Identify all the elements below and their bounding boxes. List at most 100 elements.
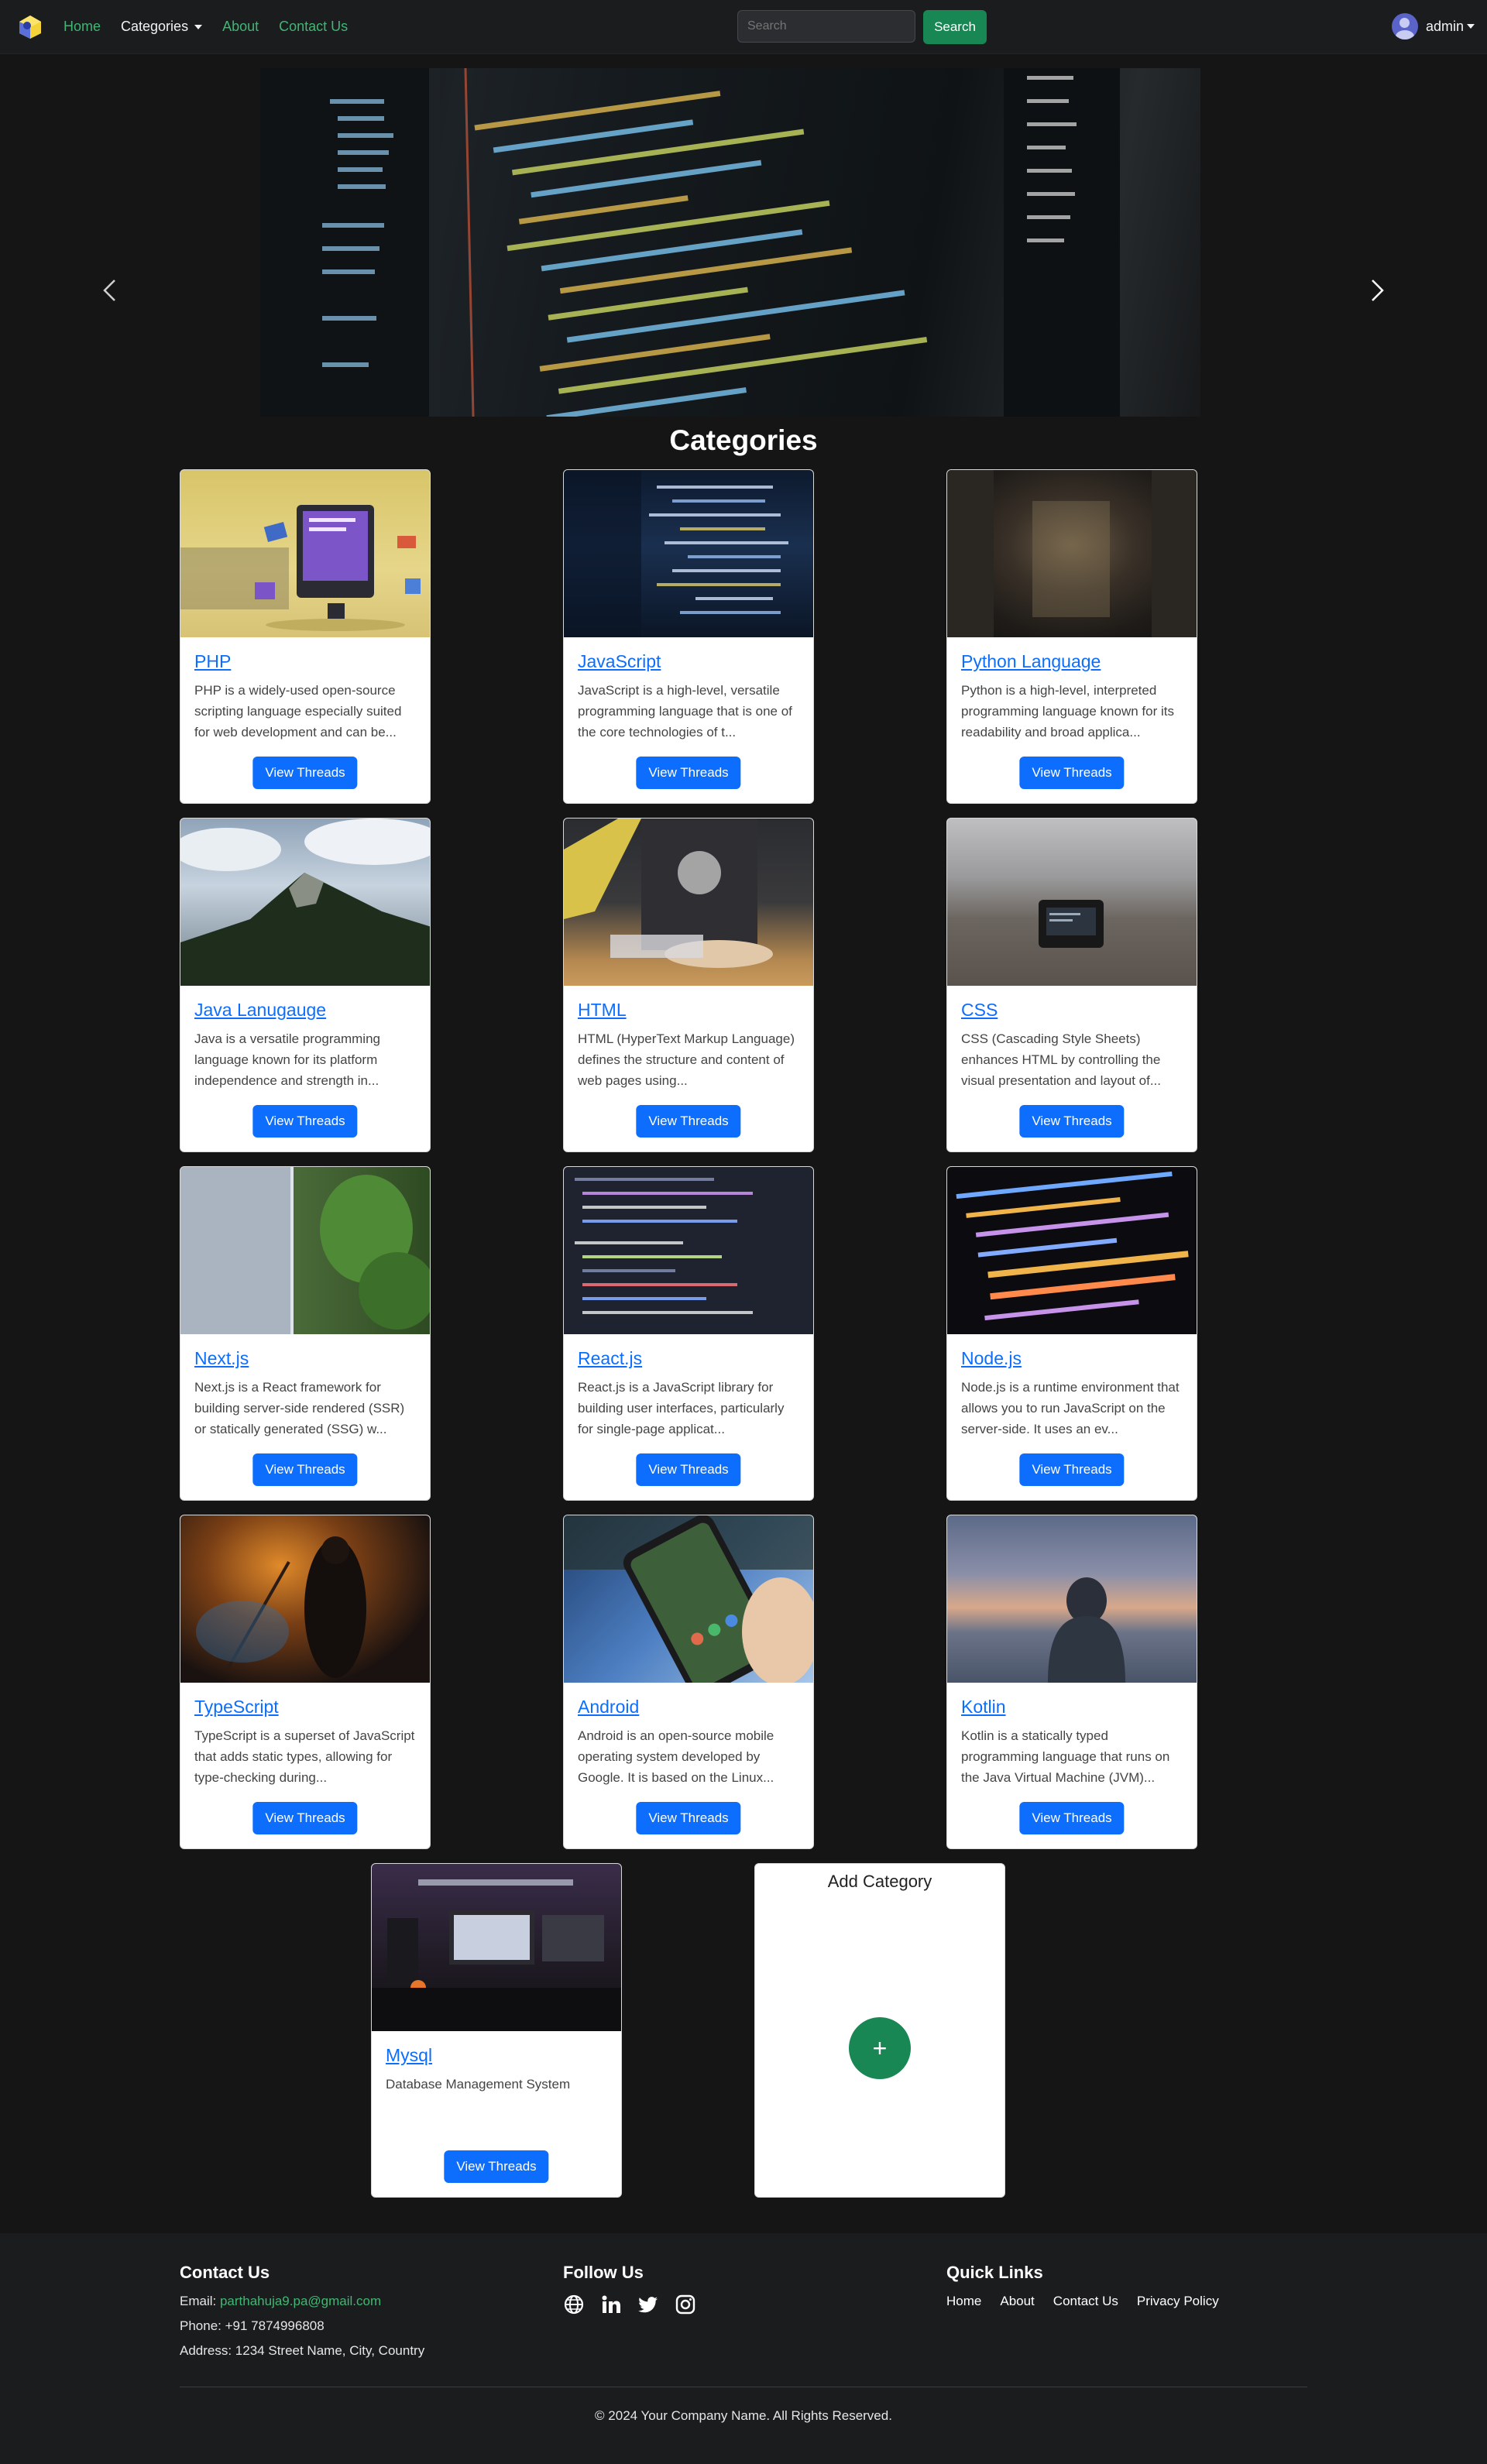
category-card-css: CSS CSS (Cascading Style Sheets) enhance… xyxy=(946,818,1197,1152)
linkedin-icon[interactable] xyxy=(600,2294,622,2315)
chevron-right-icon[interactable] xyxy=(1368,279,1386,302)
reactjs-code-illustration xyxy=(575,1178,753,1314)
nav-contact-link[interactable]: Contact Us xyxy=(279,19,348,35)
category-card-android: Android Android is an open-source mobile… xyxy=(563,1515,814,1849)
view-threads-button[interactable]: View Threads xyxy=(636,757,741,789)
social-links xyxy=(563,2294,696,2315)
view-threads-button[interactable]: View Threads xyxy=(1019,1802,1125,1834)
search-form: Search xyxy=(737,10,987,44)
chevron-down-icon xyxy=(194,25,203,30)
instagram-icon[interactable] xyxy=(675,2294,696,2315)
nextjs-illustration xyxy=(180,1167,430,1334)
user-name: admin xyxy=(1425,18,1464,34)
category-card-php: PHP PHP is a widely-used open-source scr… xyxy=(180,469,431,804)
footer-quick-links: Quick Links Home About Contact Us Privac… xyxy=(946,2263,1219,2309)
html-illustration xyxy=(564,818,773,968)
card-image xyxy=(180,1515,430,1683)
card-description: Next.js is a React framework for buildin… xyxy=(194,1380,405,1436)
card-description: Python is a high-level, interpreted prog… xyxy=(961,683,1174,740)
card-title[interactable]: PHP xyxy=(194,651,416,672)
globe-icon[interactable] xyxy=(563,2294,585,2315)
view-threads-button[interactable]: View Threads xyxy=(1019,1105,1125,1138)
nav-about-link[interactable]: About xyxy=(222,19,259,35)
navbar: Home Categories About Contact Us Search … xyxy=(0,0,1487,54)
footer-email: Email: parthahuja9.pa@gmail.com xyxy=(180,2294,424,2309)
card-description: TypeScript is a superset of JavaScript t… xyxy=(194,1728,415,1785)
twitter-icon[interactable] xyxy=(637,2294,659,2315)
footer-follow: Follow Us xyxy=(563,2263,696,2315)
card-title[interactable]: React.js xyxy=(578,1348,799,1369)
android-phone-illustration xyxy=(564,1515,813,1683)
categories-grid: PHP PHP is a widely-used open-source scr… xyxy=(0,469,1487,2243)
card-title[interactable]: JavaScript xyxy=(578,651,799,672)
card-title[interactable]: Android xyxy=(578,1697,799,1718)
footer-email-link[interactable]: parthahuja9.pa@gmail.com xyxy=(220,2294,381,2308)
avatar xyxy=(1391,13,1418,39)
category-card-nodejs: Node.js Node.js is a runtime environment… xyxy=(946,1166,1197,1501)
code-editor-image xyxy=(260,68,1120,417)
card-title[interactable]: TypeScript xyxy=(194,1697,416,1718)
add-category-button[interactable]: + xyxy=(849,2017,911,2079)
javascript-code-illustration xyxy=(564,470,788,637)
card-description: PHP is a widely-used open-source scripti… xyxy=(194,683,402,740)
card-description: Kotlin is a statically typed programming… xyxy=(961,1728,1170,1785)
card-image xyxy=(180,818,430,986)
category-card-kotlin: Kotlin Kotlin is a statically typed prog… xyxy=(946,1515,1197,1849)
nav-categories-label: Categories xyxy=(121,19,189,34)
category-card-nextjs: Next.js Next.js is a React framework for… xyxy=(180,1166,431,1501)
view-threads-button[interactable]: View Threads xyxy=(1019,757,1125,789)
view-threads-button[interactable]: View Threads xyxy=(1019,1453,1125,1486)
view-threads-button[interactable]: View Threads xyxy=(252,1802,358,1834)
card-title[interactable]: Node.js xyxy=(961,1348,1183,1369)
card-description: Android is an open-source mobile operati… xyxy=(578,1728,774,1785)
card-description: CSS (Cascading Style Sheets) enhances HT… xyxy=(961,1031,1161,1088)
footer-contact: Contact Us Email: parthahuja9.pa@gmail.c… xyxy=(180,2263,424,2368)
card-image xyxy=(564,1167,813,1334)
chevron-down-icon xyxy=(1467,24,1475,29)
category-card-html: HTML HTML (HyperText Markup Language) de… xyxy=(563,818,814,1152)
category-card-python: Python Language Python is a high-level, … xyxy=(946,469,1197,804)
card-image xyxy=(947,470,1197,637)
view-threads-button[interactable]: View Threads xyxy=(252,1105,358,1138)
card-description: Node.js is a runtime environment that al… xyxy=(961,1380,1180,1436)
card-image xyxy=(564,818,813,986)
card-image xyxy=(180,1167,430,1334)
hero-carousel xyxy=(0,54,1487,418)
add-category-title: Add Category xyxy=(827,1872,932,1891)
nav-categories-dropdown[interactable]: Categories xyxy=(121,19,203,35)
quick-link-privacy[interactable]: Privacy Policy xyxy=(1137,2294,1219,2309)
user-menu[interactable]: admin xyxy=(1391,13,1475,39)
card-title[interactable]: Java Lanugauge xyxy=(194,1000,416,1021)
card-title[interactable]: CSS xyxy=(961,1000,1183,1021)
card-title[interactable]: Kotlin xyxy=(961,1697,1183,1718)
brand-logo-icon[interactable] xyxy=(17,14,43,40)
quick-link-about[interactable]: About xyxy=(1000,2294,1034,2309)
search-input[interactable] xyxy=(737,10,915,43)
card-title[interactable]: Next.js xyxy=(194,1348,416,1369)
view-threads-button[interactable]: View Threads xyxy=(636,1453,741,1486)
view-threads-button[interactable]: View Threads xyxy=(444,2150,549,2183)
footer-follow-title: Follow Us xyxy=(563,2263,644,2282)
card-image xyxy=(947,818,1197,986)
card-title[interactable]: Mysql xyxy=(386,2045,607,2066)
card-title[interactable]: Python Language xyxy=(961,651,1183,672)
chevron-left-icon[interactable] xyxy=(101,279,119,302)
search-button[interactable]: Search xyxy=(923,10,987,44)
quick-link-home[interactable]: Home xyxy=(946,2294,981,2309)
copyright: © 2024 Your Company Name. All Rights Res… xyxy=(595,2408,892,2423)
typescript-concert-illustration xyxy=(196,1536,366,1678)
quick-link-contact[interactable]: Contact Us xyxy=(1053,2294,1118,2309)
view-threads-button[interactable]: View Threads xyxy=(636,1802,741,1834)
card-image xyxy=(372,1864,621,2031)
category-card-javascript: JavaScript JavaScript is a high-level, v… xyxy=(563,469,814,804)
view-threads-button[interactable]: View Threads xyxy=(252,757,358,789)
footer-phone: Phone: +91 7874996808 xyxy=(180,2318,325,2333)
nav-home-link[interactable]: Home xyxy=(64,19,101,35)
card-title[interactable]: HTML xyxy=(578,1000,799,1021)
java-mountain-illustration xyxy=(180,818,430,986)
view-threads-button[interactable]: View Threads xyxy=(636,1105,741,1138)
section-title: Categories xyxy=(669,424,818,456)
footer-quick-title: Quick Links xyxy=(946,2263,1043,2282)
quick-links: Home About Contact Us Privacy Policy xyxy=(946,2294,1219,2309)
view-threads-button[interactable]: View Threads xyxy=(252,1453,358,1486)
